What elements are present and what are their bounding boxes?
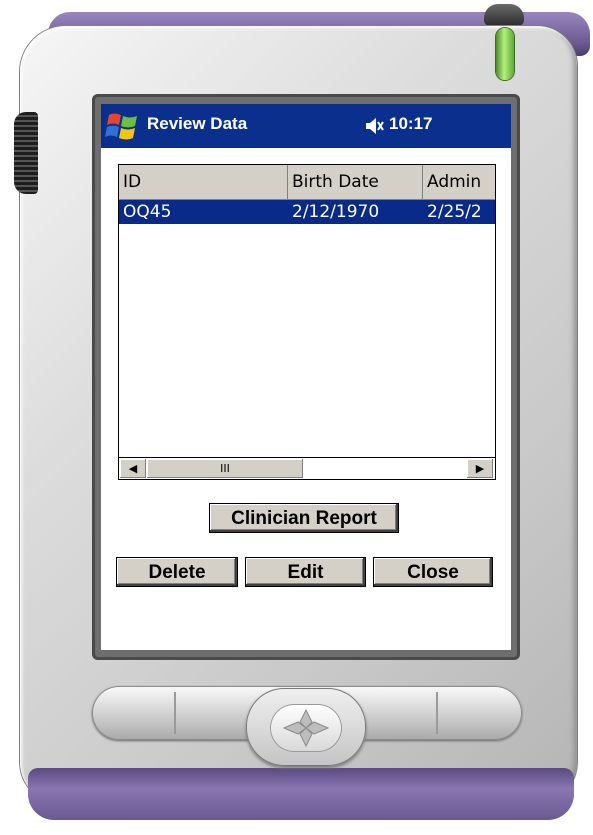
cell-admin: 2/25/2 bbox=[427, 202, 482, 222]
hardware-button-2[interactable] bbox=[176, 692, 244, 734]
cell-id: OQ45 bbox=[123, 202, 172, 222]
list-header: ID Birth Date Admin bbox=[119, 165, 495, 200]
patient-list[interactable]: ID Birth Date Admin OQ45 2/12/1970 2/25/… bbox=[118, 164, 496, 480]
device-screen: Review Data 10:17 ID Birth Date Admin OQ… bbox=[101, 104, 511, 650]
stylus-icon[interactable] bbox=[484, 4, 524, 26]
edit-button[interactable]: Edit bbox=[245, 557, 366, 587]
column-header-admin[interactable]: Admin bbox=[423, 165, 495, 199]
notification-led-icon bbox=[496, 28, 514, 80]
hardware-button-4[interactable] bbox=[438, 692, 518, 734]
horizontal-scrollbar[interactable]: ◀ III ▶ bbox=[119, 457, 495, 479]
scrollbar-thumb[interactable]: III bbox=[147, 459, 303, 478]
device-bottom-trim bbox=[28, 768, 574, 820]
column-header-birth-date[interactable]: Birth Date bbox=[288, 165, 423, 199]
table-row[interactable]: OQ45 2/12/1970 2/25/2 bbox=[119, 200, 495, 224]
clock[interactable]: 10:17 bbox=[389, 114, 432, 134]
close-button[interactable]: Close bbox=[373, 557, 493, 587]
app-title: Review Data bbox=[147, 114, 248, 133]
dpad-arrows-icon bbox=[282, 708, 330, 748]
scroll-right-arrow-icon[interactable]: ▶ bbox=[467, 459, 493, 478]
hardware-button-1[interactable] bbox=[96, 692, 172, 734]
cell-birth-date: 2/12/1970 bbox=[292, 202, 380, 222]
jog-dial[interactable] bbox=[14, 112, 38, 194]
clinician-report-button[interactable]: Clinician Report bbox=[209, 503, 399, 533]
hardware-button-3[interactable] bbox=[368, 692, 434, 734]
scroll-left-arrow-icon[interactable]: ◀ bbox=[120, 459, 146, 478]
navigation-pad-center[interactable] bbox=[270, 704, 342, 752]
title-bar: Review Data 10:17 bbox=[101, 104, 511, 148]
delete-button[interactable]: Delete bbox=[116, 557, 238, 587]
windows-start-icon[interactable] bbox=[105, 109, 141, 143]
column-header-id[interactable]: ID bbox=[119, 165, 288, 199]
speaker-muted-icon[interactable] bbox=[365, 116, 385, 136]
